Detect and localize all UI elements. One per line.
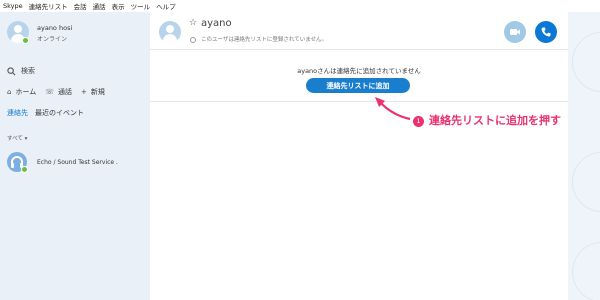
annotation-text: 連絡先リストに追加を押す bbox=[429, 114, 561, 127]
star-icon[interactable]: ☆ bbox=[189, 18, 197, 28]
home-label: ホーム bbox=[15, 88, 37, 96]
video-camera-icon bbox=[510, 29, 520, 35]
contact-title: ayano bbox=[201, 18, 232, 29]
new-button[interactable]: + 新規 bbox=[81, 87, 105, 97]
call-nav-button[interactable]: ☏ 通話 bbox=[45, 87, 72, 97]
menu-conversation[interactable]: 会話 bbox=[74, 1, 87, 11]
nav-bar: ⌂ ホーム ☏ 通話 + 新規 bbox=[7, 87, 114, 97]
audio-call-button[interactable] bbox=[535, 21, 557, 43]
phone-icon: ☏ bbox=[45, 88, 55, 96]
profile-name: ayano hosi bbox=[37, 24, 73, 32]
tab-contacts[interactable]: 連絡先 bbox=[7, 108, 28, 118]
right-panel bbox=[568, 12, 600, 300]
menu-help[interactable]: ヘルプ bbox=[156, 1, 176, 11]
tab-recent-events[interactable]: 最近のイベント bbox=[35, 108, 84, 118]
annotation-arrow-icon bbox=[375, 97, 411, 121]
online-presence-icon bbox=[22, 37, 29, 44]
search-box[interactable]: 検索 bbox=[7, 66, 35, 76]
contact-name: Echo / Sound Test Service . bbox=[37, 159, 118, 166]
sidebar: ayano hosi オンライン 検索 ⌂ ホーム ☏ 通話 + 新規 連絡先 … bbox=[0, 12, 150, 300]
contact-avatar[interactable] bbox=[159, 21, 181, 43]
not-in-contacts-notice: ayanoさんは連絡先に追加されていません bbox=[297, 67, 421, 75]
menu-bar: Skype 連絡先リスト 会話 通話 表示 ツール ヘルプ bbox=[0, 0, 600, 12]
call-label: 通話 bbox=[58, 88, 73, 96]
list-item[interactable]: Echo / Sound Test Service . bbox=[7, 152, 147, 176]
new-label: 新規 bbox=[90, 88, 105, 96]
add-to-contacts-button[interactable]: 連絡先リストに追加 bbox=[306, 78, 410, 93]
profile-status: オンライン bbox=[37, 36, 68, 43]
contact-filter-dropdown[interactable]: すべて ▾ bbox=[7, 134, 27, 142]
plus-icon: + bbox=[81, 88, 87, 96]
online-presence-icon bbox=[21, 166, 28, 173]
menu-call[interactable]: 通話 bbox=[93, 1, 106, 11]
headphones-icon bbox=[11, 156, 23, 168]
divider bbox=[150, 101, 568, 102]
menu-tools[interactable]: ツール bbox=[131, 1, 151, 11]
menu-contacts[interactable]: 連絡先リスト bbox=[29, 1, 68, 11]
info-icon bbox=[190, 37, 196, 43]
home-button[interactable]: ⌂ ホーム bbox=[7, 87, 36, 97]
phone-icon bbox=[541, 27, 551, 37]
video-call-button[interactable] bbox=[504, 21, 526, 43]
annotation-step-badge: 1 bbox=[413, 116, 424, 127]
search-icon bbox=[7, 66, 16, 75]
search-label: 検索 bbox=[21, 67, 35, 75]
menu-view[interactable]: 表示 bbox=[112, 1, 125, 11]
contact-subtitle: このユーザは連絡先リストに登録されていません。 bbox=[201, 37, 328, 43]
conversation-pane: ☆ ayano このユーザは連絡先リストに登録されていません。 ayanoさんは… bbox=[150, 12, 568, 300]
profile[interactable]: ayano hosi オンライン bbox=[7, 19, 147, 49]
house-icon: ⌂ bbox=[7, 88, 12, 96]
menu-skype[interactable]: Skype bbox=[3, 2, 23, 10]
sidebar-tabs: 連絡先 最近のイベント bbox=[7, 108, 91, 118]
conversation-header: ☆ ayano このユーザは連絡先リストに登録されていません。 bbox=[150, 12, 568, 50]
